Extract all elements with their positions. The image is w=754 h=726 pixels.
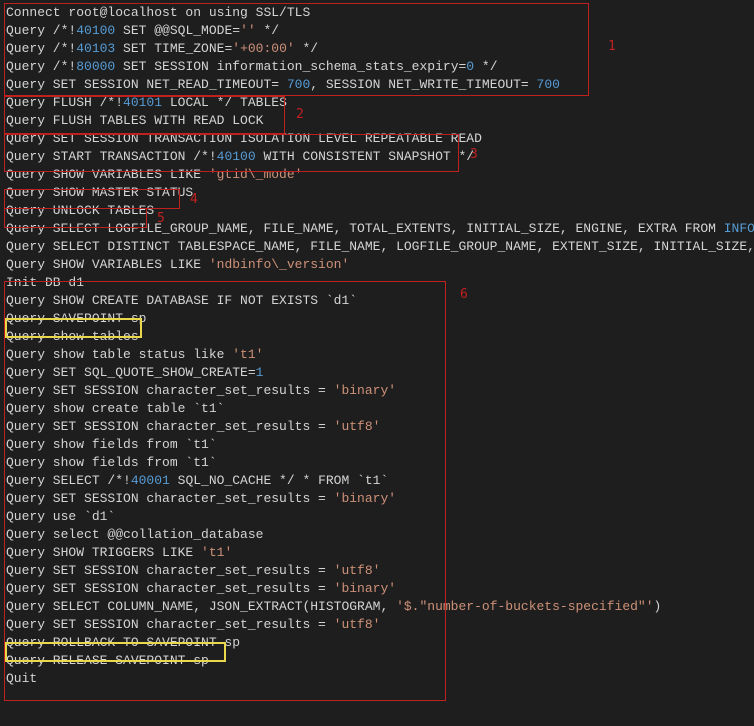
log-line: Query SET SESSION character_set_results …	[6, 382, 748, 400]
log-line: Query SET SESSION character_set_results …	[6, 580, 748, 598]
log-line: Query FLUSH TABLES WITH READ LOCK	[6, 112, 748, 130]
log-line: Query show table status like 't1'	[6, 346, 748, 364]
log-line: Query show fields from `t1`	[6, 454, 748, 472]
terminal-wrap: 1 2 3 4 5 6 Connect root@localhost on us…	[0, 0, 754, 694]
log-line: Query SET SESSION character_set_results …	[6, 562, 748, 580]
log-line: Query START TRANSACTION /*!40100 WITH CO…	[6, 148, 748, 166]
log-line: Query SHOW CREATE DATABASE IF NOT EXISTS…	[6, 292, 748, 310]
log-line: Query SHOW VARIABLES LIKE 'gtid\_mode'	[6, 166, 748, 184]
log-line: Query RELEASE SAVEPOINT sp	[6, 652, 748, 670]
log-line: Query SELECT COLUMN_NAME, JSON_EXTRACT(H…	[6, 598, 748, 616]
log-line: Query SHOW MASTER STATUS	[6, 184, 748, 202]
log-line: Quit	[6, 670, 748, 688]
log-line: Query SET SESSION TRANSACTION ISOLATION …	[6, 130, 748, 148]
log-line: Query show create table `t1`	[6, 400, 748, 418]
log-line: Query SELECT LOGFILE_GROUP_NAME, FILE_NA…	[6, 220, 748, 238]
log-line: Query SHOW VARIABLES LIKE 'ndbinfo\_vers…	[6, 256, 748, 274]
log-line: Query SET SESSION character_set_results …	[6, 490, 748, 508]
log-line: Init DB d1	[6, 274, 748, 292]
log-line: Query SET SESSION NET_READ_TIMEOUT= 700,…	[6, 76, 748, 94]
log-line: Query show fields from `t1`	[6, 436, 748, 454]
log-line: Query SAVEPOINT sp	[6, 310, 748, 328]
terminal-output: Connect root@localhost on using SSL/TLS …	[0, 0, 754, 694]
log-line: Query /*!80000 SET SESSION information_s…	[6, 58, 748, 76]
log-line: Query SELECT DISTINCT TABLESPACE_NAME, F…	[6, 238, 748, 256]
log-line: Query /*!40103 SET TIME_ZONE='+00:00' */	[6, 40, 748, 58]
log-line: Query SET SQL_QUOTE_SHOW_CREATE=1	[6, 364, 748, 382]
log-line: Query select @@collation_database	[6, 526, 748, 544]
log-line: Query SET SESSION character_set_results …	[6, 418, 748, 436]
log-line: Query ROLLBACK TO SAVEPOINT sp	[6, 634, 748, 652]
log-line: Query SELECT /*!40001 SQL_NO_CACHE */ * …	[6, 472, 748, 490]
log-line: Query SHOW TRIGGERS LIKE 't1'	[6, 544, 748, 562]
log-line: Query use `d1`	[6, 508, 748, 526]
log-line: Query FLUSH /*!40101 LOCAL */ TABLES	[6, 94, 748, 112]
log-line: Query SET SESSION character_set_results …	[6, 616, 748, 634]
log-line: Query show tables	[6, 328, 748, 346]
log-line: Query /*!40100 SET @@SQL_MODE='' */	[6, 22, 748, 40]
log-line: Connect root@localhost on using SSL/TLS	[6, 4, 748, 22]
log-line: Query UNLOCK TABLES	[6, 202, 748, 220]
